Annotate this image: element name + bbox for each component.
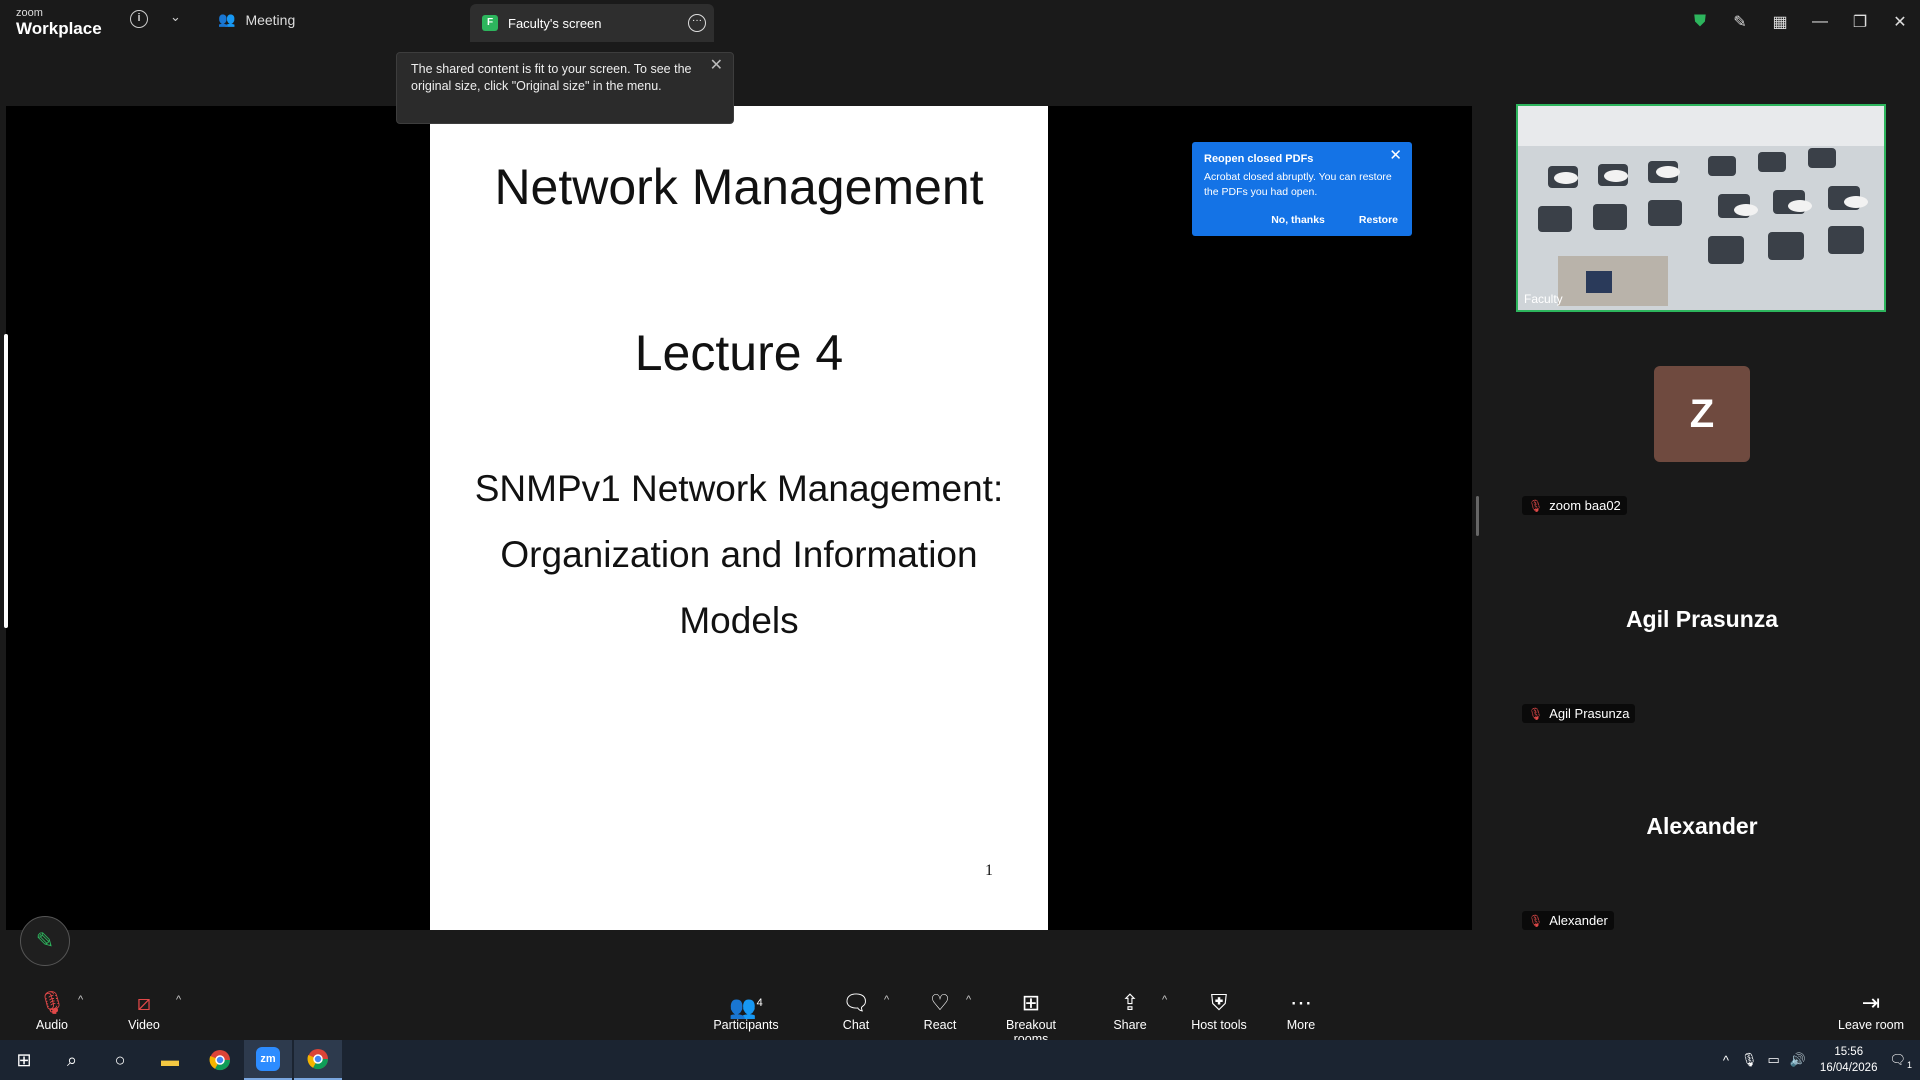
annotate-button[interactable]: ✎ [20,916,70,966]
restore-icon[interactable]: ❐ [1840,12,1880,32]
more-button[interactable]: ⋯ More [1284,990,1318,1032]
windows-taskbar: ⊞ ⌕ ○ ▬ zm ^ 🎙 ▭ 🔊 15:56 16/04/2026 🗨 1 [0,1040,1920,1080]
no-thanks-button[interactable]: No, thanks [1271,213,1325,228]
audio-button[interactable]: 🎙 Audio [32,990,72,1032]
heart-icon: ♡ [930,990,950,1015]
share-button[interactable]: ⇪ Share [1110,990,1150,1032]
network-icon[interactable]: ▭ [1767,1052,1779,1068]
tab-shared-screen[interactable]: F Faculty's screen ··· [470,4,714,42]
slide-title: Network Management [494,159,984,215]
participant-name-label: Faculty [1524,292,1563,306]
leave-room-button[interactable]: ⇥ Leave room [1838,990,1904,1032]
windows-start-icon[interactable]: ⊞ [0,1040,48,1080]
more-options-icon[interactable]: ··· [688,14,706,32]
zoom-taskbar-icon[interactable]: zm [244,1040,292,1080]
chat-icon: 🗨 [842,990,870,1015]
pencil-icon: ✎ [35,928,55,953]
meeting-toolbar: 🎙 Audio ^ ⧄ Video ^ 👥4 Participants 🗨 Ch… [0,980,1920,1046]
chrome-icon[interactable] [196,1040,244,1080]
participants-button[interactable]: 👥4 Participants [710,990,782,1032]
grid-icon: ⊞ [1021,990,1041,1015]
avatar: Z [1654,366,1750,462]
cortana-icon[interactable]: ○ [96,1040,144,1080]
system-tray: ^ 🎙 ▭ 🔊 15:56 16/04/2026 🗨 1 [1723,1040,1920,1080]
react-options-caret[interactable]: ^ [966,994,971,1006]
notifications-icon[interactable]: 🗨 1 [1889,1052,1912,1070]
close-icon[interactable]: ✕ [1389,148,1402,163]
info-icon[interactable]: i [130,10,148,28]
more-icon: ⋯ [1290,990,1312,1015]
chevron-down-icon[interactable]: ⌄ [170,9,181,25]
panel-resize-handle[interactable] [1476,496,1479,536]
pdf-slide: Network Management Lecture 4 SNMPv1 Netw… [430,106,1048,930]
slide-page-number: 1 [985,862,993,879]
restore-button[interactable]: Restore [1359,213,1398,228]
chat-options-caret[interactable]: ^ [884,994,889,1006]
chat-button[interactable]: 🗨 Chat [836,990,876,1032]
muted-mic-icon: 🎙 [1528,706,1544,721]
exit-door-icon: ⇥ [1861,990,1881,1015]
participant-label-zoom-baa02: 🎙 zoom baa02 [1522,496,1627,515]
annotate-pen-icon[interactable]: ✎ [1720,12,1760,32]
slide-topic: SNMPv1 Network Management: Organization … [474,468,1004,641]
muted-mic-icon: 🎙 [1528,498,1544,513]
shield-icon: ⛨ [1210,990,1228,1015]
chrome-profile-icon[interactable] [294,1040,342,1080]
minimize-icon[interactable]: — [1800,13,1840,31]
fit-to-screen-notice: The shared content is fit to your screen… [396,52,734,124]
video-options-caret[interactable]: ^ [176,994,181,1006]
camera-off-icon: ⧄ [137,990,151,1015]
show-hidden-icons-chevron[interactable]: ^ [1723,1053,1729,1068]
acrobat-reopen-popup: Reopen closed PDFs Acrobat closed abrupt… [1192,142,1412,236]
participants-icon: 👥4 [729,994,763,1020]
participant-label-alexander: 🎙 Alexander [1522,911,1614,930]
muted-mic-icon: 🎙 [1528,913,1544,928]
share-options-caret[interactable]: ^ [1162,994,1167,1006]
classroom-video-image [1518,106,1884,310]
view-layout-icon[interactable]: ▦ [1760,12,1800,32]
people-icon: 👥 [218,11,236,27]
participant-name-alexander: Alexander [1646,813,1758,839]
close-icon[interactable]: ✕ [1880,12,1920,32]
search-icon[interactable]: ⌕ [48,1040,96,1080]
shield-icon[interactable]: ⛊ [1680,13,1720,31]
title-bar: zoom Workplace i ⌄ 👥 Meeting F Faculty's… [0,0,1920,44]
shared-screen-area: Network Management Lecture 4 SNMPv1 Netw… [6,106,1472,930]
tab-meeting[interactable]: 👥 Meeting [218,11,295,28]
participant-label-agil: 🎙 Agil Prasunza [1522,704,1636,723]
side-panel-handle[interactable] [4,334,8,628]
mic-off-icon: 🎙 [38,990,66,1015]
microphone-icon[interactable]: 🎙 [1741,1052,1758,1068]
breakout-rooms-button[interactable]: ⊞ Breakout rooms [988,990,1074,1046]
share-badge: F [482,15,498,31]
video-tile-faculty[interactable]: Faculty [1516,104,1886,312]
host-tools-button[interactable]: ⛨ Host tools [1190,990,1248,1032]
close-icon[interactable]: ✕ [710,57,723,74]
slide-subtitle: Lecture 4 [634,325,844,381]
video-button[interactable]: ⧄ Video [124,990,164,1032]
react-button[interactable]: ♡ React [920,990,960,1032]
zoom-logo: zoom Workplace [16,7,102,38]
file-explorer-icon[interactable]: ▬ [146,1040,194,1080]
clock[interactable]: 15:56 16/04/2026 [1820,1044,1878,1076]
share-up-icon: ⇪ [1120,990,1140,1015]
volume-icon[interactable]: 🔊 [1790,1052,1806,1068]
audio-options-caret[interactable]: ^ [78,994,83,1006]
participant-name-agil: Agil Prasunza [1625,606,1779,632]
